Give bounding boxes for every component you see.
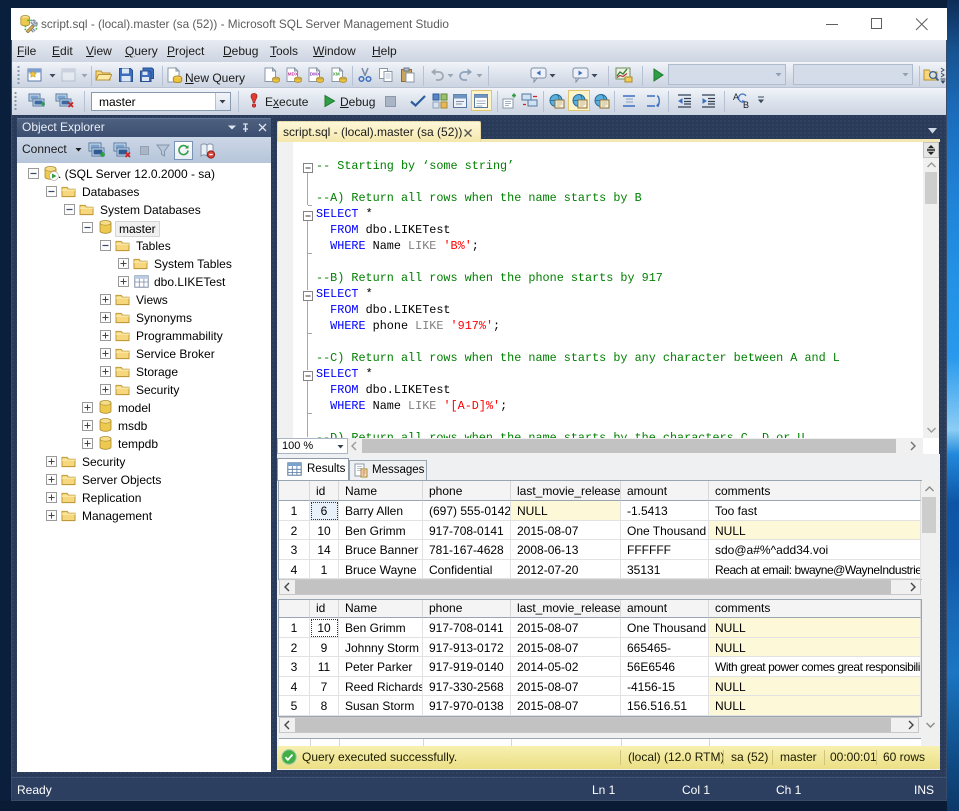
svg-text:XM: XM	[333, 72, 340, 77]
svg-text:MDX: MDX	[288, 72, 299, 77]
svg-text:DMX: DMX	[310, 72, 321, 77]
